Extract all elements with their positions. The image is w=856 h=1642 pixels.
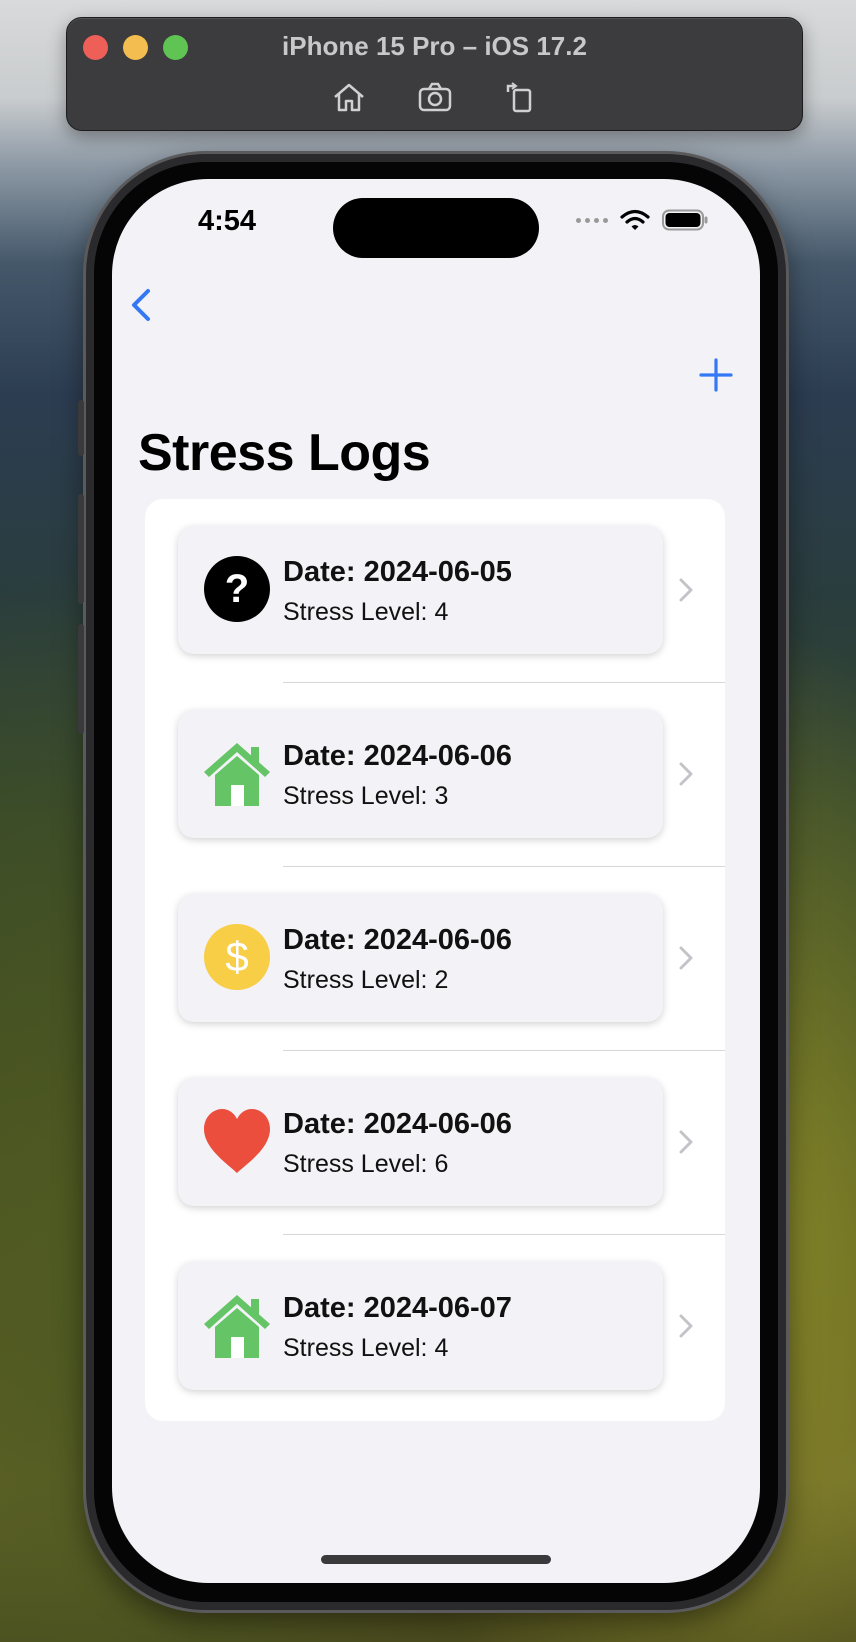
chevron-right-icon	[679, 946, 693, 970]
volume-up-button	[78, 494, 84, 604]
log-card[interactable]: $ Date: 2024-06-06 Stress Level: 2	[178, 894, 663, 1022]
log-stress-level: Stress Level: 3	[283, 782, 449, 810]
simulator-title-bar: iPhone 15 Pro – iOS 17.2	[66, 17, 803, 131]
question-mark-circle-icon: ?	[204, 556, 270, 622]
list-item[interactable]: Date: 2024-06-07 Stress Level: 4	[145, 1235, 725, 1419]
stress-log-list: ? Date: 2024-06-05 Stress Level: 4 Date:…	[145, 499, 725, 1421]
chevron-right-icon	[679, 762, 693, 786]
page-title: Stress Logs	[138, 424, 431, 482]
app-screen: 4:54 Stress Logs ? Date: 2024-06-05 Stre…	[112, 179, 760, 1583]
log-stress-level: Stress Level: 4	[283, 1334, 449, 1362]
log-stress-level: Stress Level: 6	[283, 1150, 449, 1178]
list-item[interactable]: ? Date: 2024-06-05 Stress Level: 4	[145, 499, 725, 683]
chevron-right-icon	[679, 578, 693, 602]
house-icon	[204, 1295, 270, 1358]
log-stress-level: Stress Level: 2	[283, 966, 449, 994]
log-date: Date: 2024-06-07	[283, 1292, 512, 1324]
log-card[interactable]: ? Date: 2024-06-05 Stress Level: 4	[178, 526, 663, 654]
log-date: Date: 2024-06-06	[283, 924, 512, 956]
battery-icon	[662, 209, 708, 231]
plus-icon[interactable]	[698, 357, 734, 393]
dollar-coin-icon: $	[204, 924, 270, 990]
list-item[interactable]: $ Date: 2024-06-06 Stress Level: 2	[145, 867, 725, 1051]
chevron-right-icon	[679, 1130, 693, 1154]
action-button	[78, 400, 84, 456]
dynamic-island	[333, 198, 539, 258]
log-date: Date: 2024-06-06	[283, 740, 512, 772]
log-card[interactable]: Date: 2024-06-06 Stress Level: 6	[178, 1078, 663, 1206]
heart-icon	[204, 1109, 270, 1173]
chevron-right-icon	[679, 1314, 693, 1338]
list-item[interactable]: Date: 2024-06-06 Stress Level: 3	[145, 683, 725, 867]
svg-text:?: ?	[225, 567, 249, 611]
home-indicator[interactable]	[321, 1555, 551, 1564]
wifi-icon	[620, 209, 650, 230]
house-icon	[204, 743, 270, 806]
log-card[interactable]: Date: 2024-06-07 Stress Level: 4	[178, 1262, 663, 1390]
screenshot-icon[interactable]	[416, 80, 454, 114]
status-time: 4:54	[198, 205, 257, 237]
status-icons	[576, 209, 708, 231]
log-card[interactable]: Date: 2024-06-06 Stress Level: 3	[178, 710, 663, 838]
svg-text:$: $	[225, 933, 248, 980]
rotate-icon[interactable]	[502, 80, 540, 114]
simulator-title: iPhone 15 Pro – iOS 17.2	[282, 31, 587, 61]
signal-dots-icon	[576, 217, 608, 223]
log-date: Date: 2024-06-06	[283, 1108, 512, 1140]
log-date: Date: 2024-06-05	[283, 556, 512, 588]
log-stress-level: Stress Level: 4	[283, 598, 449, 626]
home-icon[interactable]	[330, 80, 368, 114]
list-item[interactable]: Date: 2024-06-06 Stress Level: 6	[145, 1051, 725, 1235]
volume-down-button	[78, 624, 84, 734]
chevron-left-icon[interactable]	[122, 283, 162, 327]
